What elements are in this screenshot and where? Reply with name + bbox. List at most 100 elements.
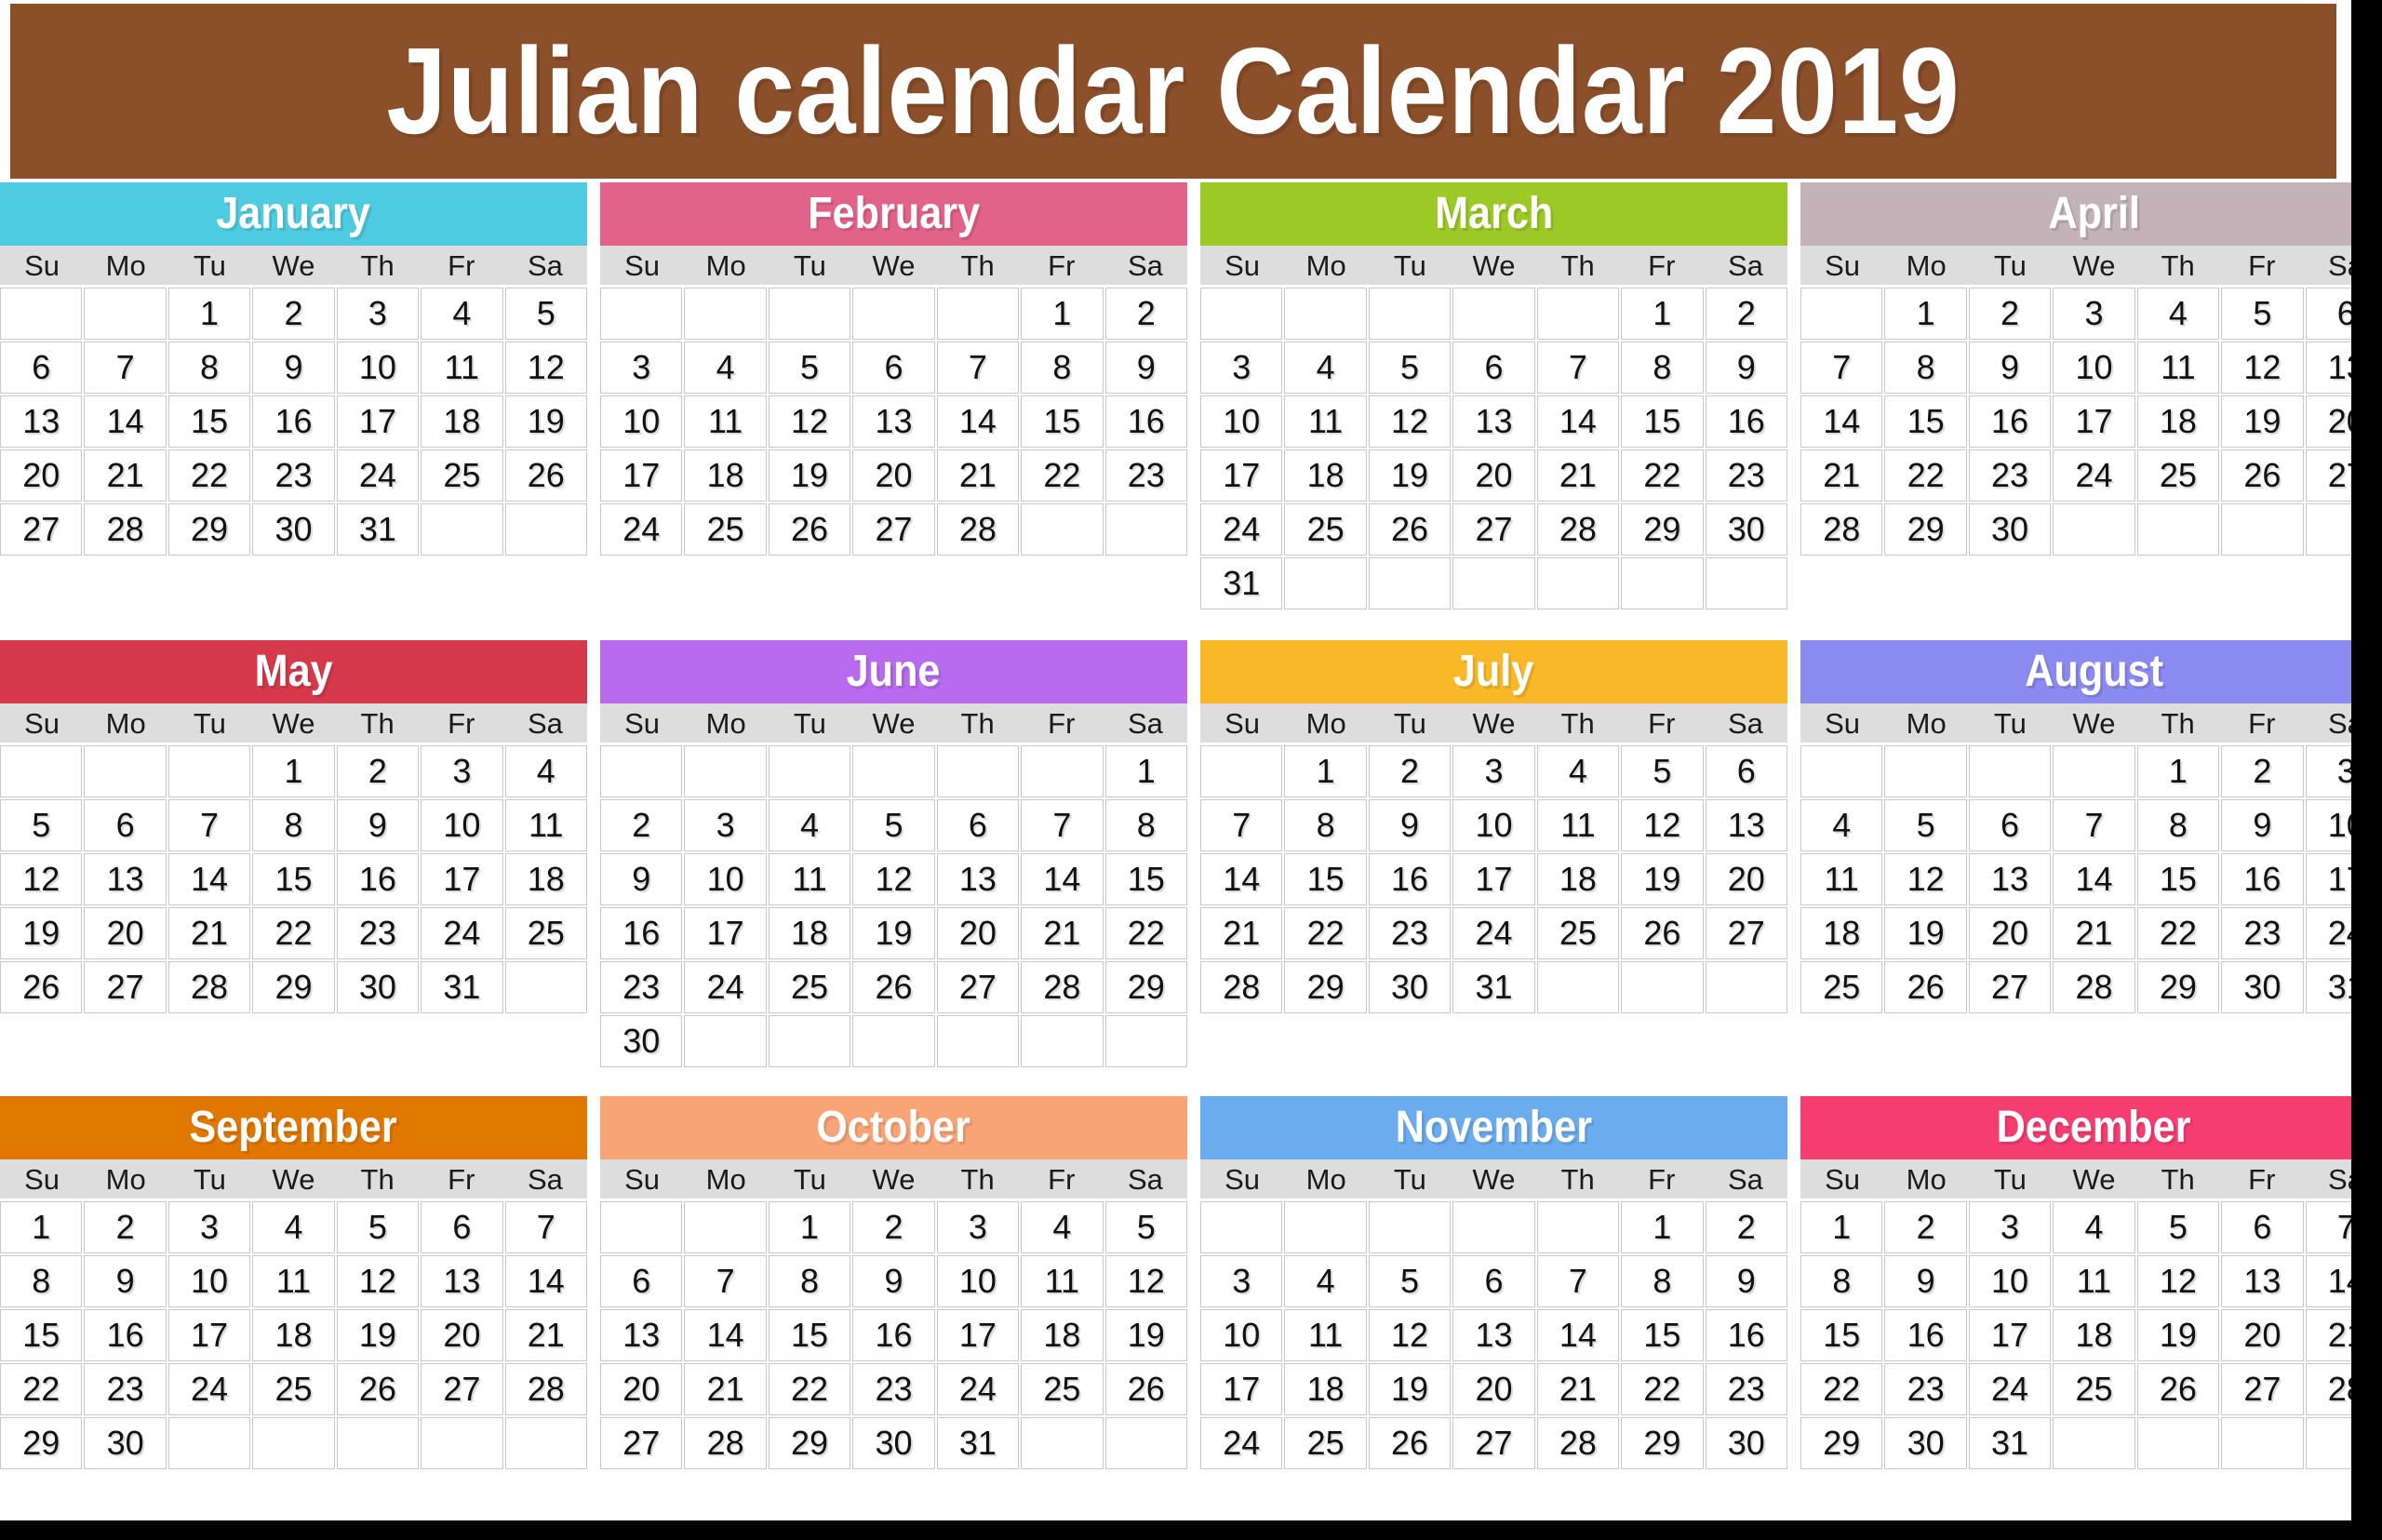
day-cell[interactable]: 15 bbox=[1284, 853, 1367, 905]
day-cell[interactable]: 22 bbox=[1021, 449, 1104, 502]
day-cell[interactable]: 3 bbox=[2305, 745, 2351, 797]
day-cell[interactable]: 29 bbox=[0, 1417, 83, 1469]
day-cell[interactable]: 27 bbox=[1968, 961, 2052, 1013]
day-cell[interactable]: 24 bbox=[421, 907, 503, 959]
day-cell[interactable]: 18 bbox=[252, 1309, 335, 1361]
day-cell[interactable]: 18 bbox=[2053, 1309, 2135, 1361]
day-cell[interactable]: 20 bbox=[421, 1309, 503, 1361]
day-cell[interactable]: 8 bbox=[167, 341, 251, 394]
day-cell[interactable]: 23 bbox=[336, 907, 420, 959]
day-cell[interactable]: 15 bbox=[0, 1309, 83, 1361]
day-cell[interactable]: 2 bbox=[852, 1201, 935, 1253]
month-header-january[interactable]: January bbox=[0, 182, 587, 246]
day-cell[interactable]: 7 bbox=[1800, 341, 1883, 394]
day-cell[interactable]: 28 bbox=[2053, 961, 2135, 1013]
day-cell[interactable]: 14 bbox=[504, 1255, 587, 1307]
day-cell[interactable]: 1 bbox=[252, 745, 335, 797]
day-cell[interactable]: 4 bbox=[1284, 1255, 1367, 1307]
day-cell[interactable]: 17 bbox=[1968, 1309, 2052, 1361]
day-cell[interactable]: 16 bbox=[1705, 395, 1787, 448]
day-cell[interactable]: 24 bbox=[1452, 907, 1535, 959]
day-cell[interactable]: 10 bbox=[936, 1255, 1020, 1307]
day-cell[interactable]: 31 bbox=[1200, 557, 1283, 609]
day-cell[interactable]: 10 bbox=[1968, 1255, 2052, 1307]
day-cell[interactable]: 17 bbox=[600, 449, 683, 502]
day-cell[interactable]: 7 bbox=[1200, 799, 1283, 851]
day-cell[interactable]: 24 bbox=[600, 503, 683, 556]
day-cell[interactable]: 6 bbox=[2305, 288, 2351, 340]
day-cell[interactable]: 17 bbox=[421, 853, 503, 905]
day-cell[interactable]: 16 bbox=[336, 853, 420, 905]
day-cell[interactable]: 3 bbox=[421, 745, 503, 797]
day-cell[interactable]: 23 bbox=[84, 1363, 167, 1415]
day-cell[interactable]: 14 bbox=[1800, 395, 1883, 448]
day-cell[interactable]: 19 bbox=[1368, 1363, 1452, 1415]
day-cell[interactable]: 10 bbox=[2305, 799, 2351, 851]
day-cell[interactable]: 12 bbox=[1884, 853, 1967, 905]
day-cell[interactable]: 9 bbox=[252, 341, 335, 394]
day-cell[interactable]: 24 bbox=[936, 1363, 1020, 1415]
day-cell[interactable]: 2 bbox=[1705, 288, 1787, 340]
day-cell[interactable]: 20 bbox=[0, 449, 83, 502]
day-cell[interactable]: 25 bbox=[1536, 907, 1620, 959]
day-cell[interactable]: 14 bbox=[1536, 1309, 1620, 1361]
day-cell[interactable]: 15 bbox=[1104, 853, 1187, 905]
day-cell[interactable]: 9 bbox=[336, 799, 420, 851]
day-cell[interactable]: 12 bbox=[1104, 1255, 1187, 1307]
day-cell[interactable]: 17 bbox=[684, 907, 767, 959]
day-cell[interactable]: 14 bbox=[2053, 853, 2135, 905]
day-cell[interactable]: 20 bbox=[84, 907, 167, 959]
day-cell[interactable]: 4 bbox=[1536, 745, 1620, 797]
day-cell[interactable]: 27 bbox=[84, 961, 167, 1013]
day-cell[interactable]: 25 bbox=[504, 907, 587, 959]
day-cell[interactable]: 18 bbox=[504, 853, 587, 905]
day-cell[interactable]: 25 bbox=[421, 449, 503, 502]
day-cell[interactable]: 1 bbox=[167, 288, 251, 340]
day-cell[interactable]: 17 bbox=[2053, 395, 2135, 448]
day-cell[interactable]: 4 bbox=[2136, 288, 2220, 340]
day-cell[interactable]: 7 bbox=[936, 341, 1020, 394]
day-cell[interactable]: 12 bbox=[2221, 341, 2304, 394]
day-cell[interactable]: 29 bbox=[1621, 503, 1704, 556]
day-cell[interactable]: 27 bbox=[600, 1417, 683, 1469]
day-cell[interactable]: 22 bbox=[1284, 907, 1367, 959]
day-cell[interactable]: 13 bbox=[2221, 1255, 2304, 1307]
day-cell[interactable]: 31 bbox=[336, 503, 420, 556]
day-cell[interactable]: 25 bbox=[252, 1363, 335, 1415]
day-cell[interactable]: 14 bbox=[1200, 853, 1283, 905]
day-cell[interactable]: 30 bbox=[1705, 503, 1787, 556]
day-cell[interactable]: 30 bbox=[1884, 1417, 1967, 1469]
day-cell[interactable]: 18 bbox=[1284, 1363, 1367, 1415]
day-cell[interactable]: 31 bbox=[936, 1417, 1020, 1469]
day-cell[interactable]: 22 bbox=[167, 449, 251, 502]
day-cell[interactable]: 26 bbox=[1368, 1417, 1452, 1469]
day-cell[interactable]: 13 bbox=[1705, 799, 1787, 851]
day-cell[interactable]: 15 bbox=[2136, 853, 2220, 905]
day-cell[interactable]: 28 bbox=[936, 503, 1020, 556]
day-cell[interactable]: 2 bbox=[336, 745, 420, 797]
day-cell[interactable]: 3 bbox=[600, 341, 683, 394]
day-cell[interactable]: 8 bbox=[1800, 1255, 1883, 1307]
day-cell[interactable]: 15 bbox=[1621, 395, 1704, 448]
day-cell[interactable]: 13 bbox=[1452, 395, 1535, 448]
day-cell[interactable]: 26 bbox=[1884, 961, 1967, 1013]
day-cell[interactable]: 21 bbox=[936, 449, 1020, 502]
day-cell[interactable]: 30 bbox=[600, 1015, 683, 1067]
day-cell[interactable]: 5 bbox=[1104, 1201, 1187, 1253]
month-header-september[interactable]: September bbox=[0, 1096, 587, 1159]
day-cell[interactable]: 6 bbox=[421, 1201, 503, 1253]
day-cell[interactable]: 26 bbox=[0, 961, 83, 1013]
day-cell[interactable]: 10 bbox=[1200, 1309, 1283, 1361]
day-cell[interactable]: 7 bbox=[84, 341, 167, 394]
day-cell[interactable]: 2 bbox=[1104, 288, 1187, 340]
day-cell[interactable]: 2 bbox=[1884, 1201, 1967, 1253]
day-cell[interactable]: 7 bbox=[1536, 341, 1620, 394]
day-cell[interactable]: 29 bbox=[1284, 961, 1367, 1013]
day-cell[interactable]: 1 bbox=[2136, 745, 2220, 797]
day-cell[interactable]: 7 bbox=[2305, 1201, 2351, 1253]
month-header-february[interactable]: February bbox=[600, 182, 1187, 246]
day-cell[interactable]: 3 bbox=[1452, 745, 1535, 797]
day-cell[interactable]: 20 bbox=[852, 449, 935, 502]
day-cell[interactable]: 18 bbox=[1536, 853, 1620, 905]
month-header-june[interactable]: June bbox=[600, 640, 1187, 703]
